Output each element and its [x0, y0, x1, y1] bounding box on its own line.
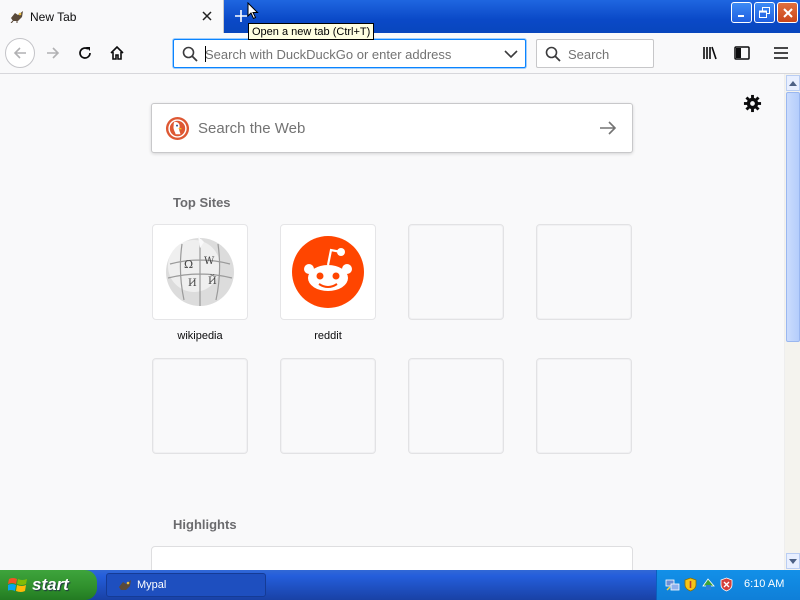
library-icon [703, 46, 717, 60]
address-bar[interactable]: Search with DuckDuckGo or enter address [173, 39, 526, 68]
search-bar-placeholder: Search [568, 47, 610, 62]
svg-text:И: И [188, 278, 197, 289]
start-label: start [32, 575, 69, 594]
highlight-card[interactable] [151, 546, 633, 570]
top-sites-title: Top Sites [173, 195, 231, 210]
top-site-label[interactable]: reddit [280, 330, 376, 342]
start-button[interactable]: start [0, 570, 97, 600]
top-site-empty-slot [536, 358, 632, 454]
top-site-label[interactable]: wikipedia [152, 330, 248, 342]
search-bar[interactable]: Search [536, 39, 654, 68]
minimize-button[interactable] [731, 2, 752, 23]
gear-icon[interactable] [743, 94, 762, 113]
new-tab-tooltip: Open a new tab (Ctrl+T) [248, 23, 375, 40]
mouse-cursor-icon [247, 2, 259, 20]
svg-text:Ω: Ω [184, 258, 193, 271]
arrow-down-icon [789, 558, 797, 564]
system-clock: 6:10 AM [744, 578, 785, 590]
back-button[interactable] [5, 38, 35, 68]
top-site-empty-slot [408, 358, 504, 454]
top-site-empty-slot [280, 358, 376, 454]
network-icon[interactable] [665, 577, 680, 592]
sidebar-icon [734, 46, 750, 60]
duckduckgo-logo-icon [165, 116, 190, 141]
search-icon [545, 46, 561, 62]
close-icon [782, 7, 793, 18]
wikipedia-globe-icon: Ω W И Й [166, 236, 234, 306]
top-site-empty-slot [152, 358, 248, 454]
top-site-empty-slot [408, 224, 504, 320]
web-search-box[interactable]: Search the Web [151, 103, 633, 153]
system-tray: 6:10 AM [656, 570, 800, 600]
forward-button[interactable] [38, 38, 68, 68]
navigation-toolbar: Search with DuckDuckGo or enter address … [0, 33, 800, 74]
windows-logo-icon [8, 578, 27, 592]
top-site-wikipedia[interactable]: Ω W И Й [152, 224, 248, 320]
reddit-alien-icon [292, 236, 364, 308]
close-window-button[interactable] [777, 2, 798, 23]
address-bar-placeholder: Search with DuckDuckGo or enter address [205, 47, 452, 62]
arrow-left-icon [13, 47, 26, 59]
taskbar-item-label: Mypal [137, 579, 167, 591]
minimize-icon [737, 14, 744, 17]
menu-button[interactable] [766, 38, 796, 68]
tab-strip: New Tab [0, 0, 800, 33]
plus-icon [235, 10, 247, 22]
tab-new-tab[interactable]: New Tab [0, 0, 224, 33]
text-caret [205, 46, 206, 62]
arrow-up-icon [789, 80, 797, 86]
web-search-placeholder: Search the Web [198, 120, 306, 137]
restore-icon [759, 7, 770, 18]
security-shield-icon[interactable] [683, 577, 698, 592]
vertical-scrollbar[interactable] [784, 74, 800, 570]
library-button[interactable] [695, 38, 725, 68]
close-icon [202, 11, 212, 21]
svg-text:Й: Й [208, 275, 217, 287]
taskbar-item-mypal[interactable]: Mypal [106, 573, 266, 597]
home-button[interactable] [102, 38, 132, 68]
home-icon [110, 45, 124, 60]
mypal-icon [10, 11, 23, 23]
arrow-right-icon[interactable] [598, 119, 618, 137]
reload-button[interactable] [70, 38, 100, 68]
chevron-down-icon[interactable] [504, 49, 518, 59]
new-tab-page: Search the Web Top Sites Ω W И Й wikiped… [0, 74, 784, 570]
shield-alert-icon[interactable] [719, 577, 734, 592]
tab-title: New Tab [30, 10, 77, 24]
arrow-right-icon [47, 47, 60, 59]
top-site-empty-slot [536, 224, 632, 320]
hamburger-menu-icon [774, 47, 788, 59]
restore-button[interactable] [754, 2, 775, 23]
reload-icon [79, 47, 91, 59]
taskbar: start Mypal 6:10 AM [0, 570, 800, 600]
top-site-reddit[interactable] [280, 224, 376, 320]
tab-close-button[interactable] [197, 6, 217, 26]
scroll-up-button[interactable] [786, 75, 800, 91]
mypal-icon [119, 580, 131, 590]
update-icon[interactable] [701, 577, 716, 592]
sidebar-button[interactable] [727, 38, 757, 68]
scroll-thumb[interactable] [786, 92, 800, 342]
search-icon [182, 46, 198, 62]
svg-text:W: W [204, 256, 215, 267]
highlights-title: Highlights [173, 517, 237, 532]
scroll-down-button[interactable] [786, 553, 800, 569]
